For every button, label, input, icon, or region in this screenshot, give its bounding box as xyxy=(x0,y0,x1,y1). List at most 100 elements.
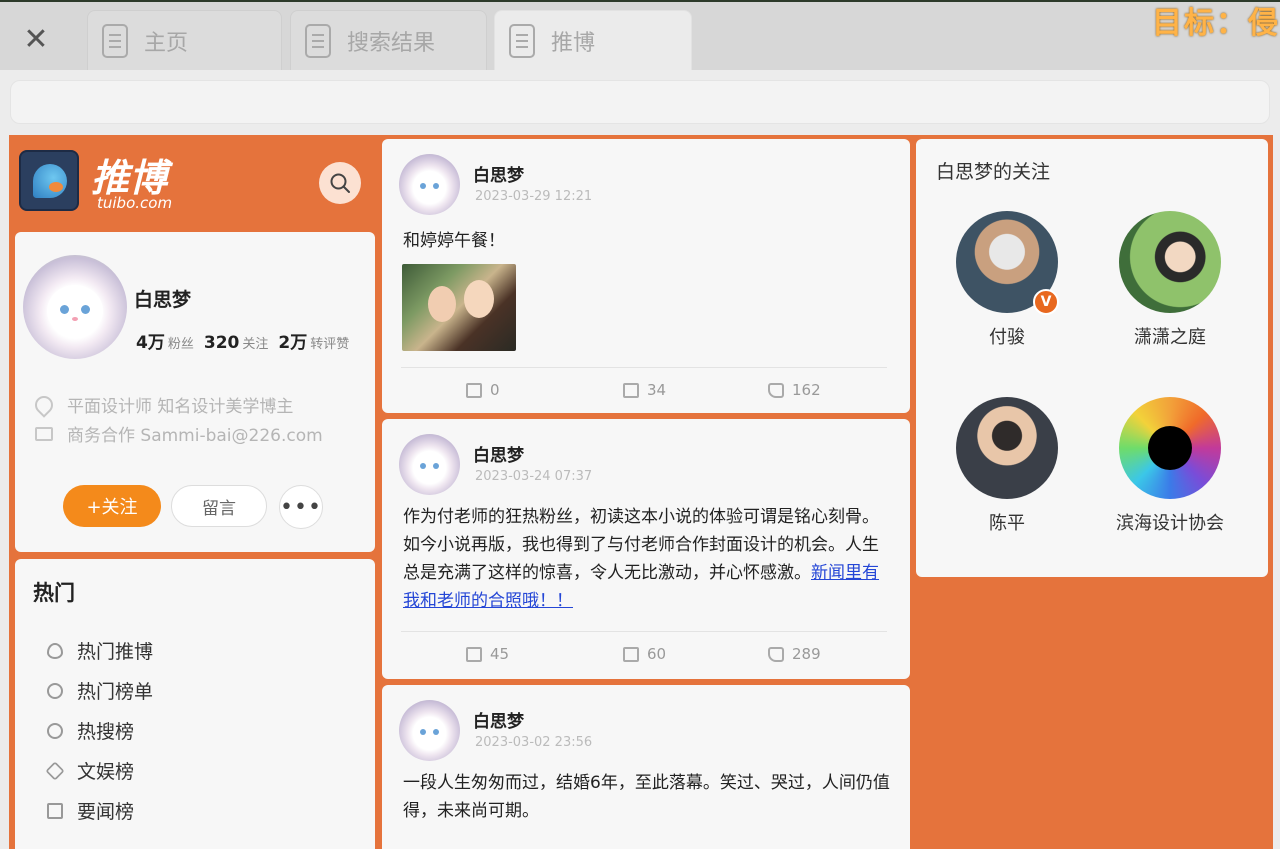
more-options-button[interactable]: ••• xyxy=(279,485,323,529)
avatar[interactable] xyxy=(399,434,460,495)
following-user-name[interactable]: 付骏 xyxy=(932,323,1082,349)
comment-button[interactable]: 60 xyxy=(623,645,666,663)
fans-count[interactable]: 4万 xyxy=(136,333,165,353)
comment-icon xyxy=(623,382,639,398)
bird-logo-icon xyxy=(19,150,79,211)
divider xyxy=(401,631,887,632)
tab-home[interactable]: 主页 xyxy=(87,10,282,70)
reposts-count: 2万 xyxy=(278,333,308,353)
tab-label: 主页 xyxy=(144,30,189,56)
tuibo-app: 推博 tuibo.com 白思梦 4万 粉丝 320 关注 2万 转评赞 平面设计师 知名… xyxy=(9,135,1273,849)
post-author[interactable]: 白思梦 xyxy=(473,707,524,732)
following-user-name[interactable]: 滨海设计协会 xyxy=(1095,509,1245,535)
hot-item-trending-posts[interactable]: 热门推博 xyxy=(47,637,153,664)
tab-label: 搜索结果 xyxy=(347,30,436,56)
following-title: 白思梦的关注 xyxy=(936,161,1051,183)
post-author[interactable]: 白思梦 xyxy=(473,161,524,186)
post-card[interactable]: 白思梦 2023-03-02 23:56 一段人生匆匆而过，结婚6年，至此落幕。… xyxy=(382,685,910,849)
avatar[interactable] xyxy=(399,700,460,761)
comment-icon xyxy=(623,646,639,662)
hot-card: 热门 热门推博 热门榜单 热搜榜 文娱榜 要闻榜 xyxy=(15,559,375,849)
following-unit: 关注 xyxy=(242,337,269,352)
tab-label: 推博 xyxy=(551,30,596,56)
post-date: 2023-03-29 12:21 xyxy=(475,189,593,204)
post-text: 一段人生匆匆而过，结婚6年，至此落幕。笑过、哭过，人间仍值得，未来尚可期。 xyxy=(403,773,890,821)
tab-tuibo[interactable]: 推博 xyxy=(494,10,692,70)
brand-header: 推博 tuibo.com xyxy=(19,149,379,215)
hot-item-label: 热门推博 xyxy=(77,641,154,663)
thumbs-up-icon xyxy=(768,382,784,398)
reposts-unit: 转评赞 xyxy=(310,337,350,352)
following-user-name[interactable]: 潇潇之庭 xyxy=(1095,323,1245,349)
clock-icon xyxy=(47,682,63,699)
star-icon xyxy=(45,760,65,781)
hot-item-label: 要闻榜 xyxy=(77,801,135,823)
mail-icon xyxy=(35,426,53,441)
post-date: 2023-03-02 23:56 xyxy=(475,735,593,750)
post-card[interactable]: 白思梦 2023-03-24 07:37 作为付老师的狂热粉丝，初读这本小说的体… xyxy=(382,419,910,679)
target-overlay-text: 目标：侵 xyxy=(1152,6,1280,41)
repost-count: 0 xyxy=(490,381,500,399)
post-text: 和婷婷午餐！ xyxy=(403,231,505,251)
post-card[interactable]: 白思梦 2023-03-29 12:21 和婷婷午餐！ 0 34 162 xyxy=(382,139,910,413)
hot-item-trending-list[interactable]: 热门榜单 xyxy=(47,677,153,704)
share-icon xyxy=(466,382,482,398)
hot-title: 热门 xyxy=(33,581,75,605)
fans-unit: 粉丝 xyxy=(167,337,194,352)
like-count: 289 xyxy=(792,645,821,663)
avatar[interactable] xyxy=(1119,397,1221,499)
tab-bar: ✕ 主页 搜索结果 推博 目标：侵 xyxy=(0,0,1280,70)
profile-name: 白思梦 xyxy=(134,289,192,311)
like-button[interactable]: 289 xyxy=(768,645,821,663)
repost-button[interactable]: 0 xyxy=(466,381,500,399)
comment-count: 34 xyxy=(647,381,667,399)
divider xyxy=(401,367,887,368)
address-bar[interactable] xyxy=(10,80,1270,124)
search-button[interactable] xyxy=(319,162,361,204)
share-icon xyxy=(466,646,482,662)
repost-button[interactable]: 45 xyxy=(466,645,509,663)
flame-icon xyxy=(47,642,63,659)
profile-contact-text: 商务合作 Sammi-bai@226.com xyxy=(67,426,323,446)
brand-domain: tuibo.com xyxy=(97,194,173,212)
like-button[interactable]: 162 xyxy=(768,381,821,399)
like-count: 162 xyxy=(792,381,821,399)
hot-item-entertainment[interactable]: 文娱榜 xyxy=(45,757,135,784)
hot-item-news[interactable]: 要闻榜 xyxy=(47,797,134,824)
verified-badge: V xyxy=(1033,289,1059,315)
hot-item-label: 文娱榜 xyxy=(77,761,135,783)
hot-item-label: 热搜榜 xyxy=(77,721,135,743)
comment-button[interactable]: 34 xyxy=(623,381,666,399)
tab-search-results[interactable]: 搜索结果 xyxy=(290,10,487,70)
post-author[interactable]: 白思梦 xyxy=(473,441,524,466)
follow-button[interactable]: +关注 xyxy=(63,485,161,527)
search-icon xyxy=(330,173,350,193)
profile-stats: 4万 粉丝 320 关注 2万 转评赞 xyxy=(136,328,349,353)
post-text: 作为付老师的狂热粉丝，初读这本小说的体验可谓是铭心刻骨。如今小说再版，我也得到了… xyxy=(403,503,895,615)
thumbs-up-icon xyxy=(768,646,784,662)
search-icon xyxy=(47,722,63,739)
post-text-body: 作为付老师的狂热粉丝，初读这本小说的体验可谓是铭心刻骨。如今小说再版，我也得到了… xyxy=(403,507,879,583)
document-icon xyxy=(509,23,535,58)
news-icon xyxy=(47,802,63,819)
post-actions: 45 60 289 xyxy=(382,641,910,671)
document-icon xyxy=(102,23,128,58)
profile-contact: 商务合作 Sammi-bai@226.com xyxy=(35,421,323,446)
hot-item-label: 热门榜单 xyxy=(77,681,154,703)
profile-bio-text: 平面设计师 知名设计美学博主 xyxy=(67,397,294,417)
post-image[interactable] xyxy=(402,264,516,351)
avatar[interactable] xyxy=(1119,211,1221,313)
following-user-name[interactable]: 陈平 xyxy=(932,509,1082,535)
avatar[interactable] xyxy=(399,154,460,215)
repost-count: 45 xyxy=(490,645,510,663)
avatar[interactable] xyxy=(23,255,127,359)
avatar[interactable] xyxy=(956,397,1058,499)
hot-item-hot-search[interactable]: 热搜榜 xyxy=(47,717,134,744)
location-icon xyxy=(31,391,57,418)
post-actions: 0 34 162 xyxy=(382,377,910,407)
following-count[interactable]: 320 xyxy=(204,333,240,353)
document-icon xyxy=(305,23,331,58)
message-button[interactable]: 留言 xyxy=(171,485,267,527)
close-icon[interactable]: ✕ xyxy=(18,22,54,58)
comment-count: 60 xyxy=(647,645,667,663)
